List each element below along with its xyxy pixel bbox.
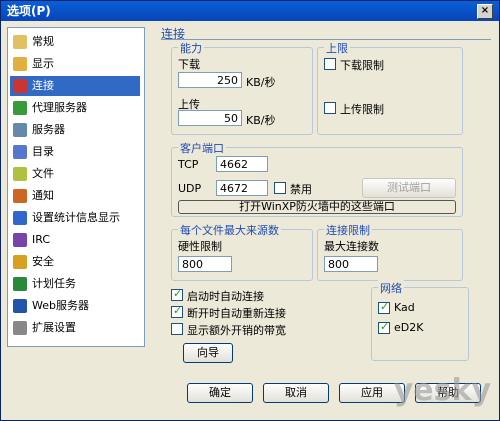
nav-item[interactable]: 连接 xyxy=(10,76,140,96)
limit-group: 上限 下载限制 上传限制 xyxy=(317,40,463,135)
folder-icon xyxy=(13,145,27,159)
extended-icon xyxy=(13,321,27,335)
nav-item-label: 扩展设置 xyxy=(32,321,76,334)
proxy-icon xyxy=(13,101,27,115)
close-button[interactable]: × xyxy=(477,4,493,19)
client-port-group: 客户端口 TCP 4662 UDP 4672 禁用 测试端口 打开WinXP防火… xyxy=(171,140,463,217)
upload-capacity-input[interactable]: 50 xyxy=(178,110,242,126)
nav-item-label: Web服务器 xyxy=(32,299,89,312)
nav-item-label: 安全 xyxy=(32,255,54,268)
cancel-button[interactable]: 取消 xyxy=(263,383,329,403)
hard-limit-label: 硬性限制 xyxy=(178,240,222,253)
kad-label: Kad xyxy=(394,301,415,314)
nav-item[interactable]: IRC xyxy=(10,230,140,250)
nav-item[interactable]: 通知 xyxy=(10,186,140,206)
max-sources-title: 每个文件最大来源数 xyxy=(178,222,281,238)
nav-item[interactable]: 目录 xyxy=(10,142,140,162)
auto-reconnect-checkbox[interactable] xyxy=(171,304,183,318)
options-window: 选项(P) × 常规显示连接代理服务器服务器目录文件通知设置统计信息显示 IRC 安… xyxy=(0,0,500,421)
disable-udp-label: 禁用 xyxy=(290,183,312,196)
connection-panel: 连接 能力 下载 250 KB/秒 上传 50 KB/秒 上限 下载限制 上传限… xyxy=(161,25,495,373)
nav-item[interactable]: 服务器 xyxy=(10,120,140,140)
webserver-icon xyxy=(13,299,27,313)
download-label: 下载 xyxy=(178,58,200,71)
wizard-button[interactable]: 向导 xyxy=(183,343,233,363)
nav-item[interactable]: Web服务器 xyxy=(10,296,140,316)
network-group: 网络 Kad eD2K xyxy=(371,280,469,361)
tcp-label: TCP xyxy=(178,158,199,171)
watermark: yesky xyxy=(393,373,491,408)
irc-icon xyxy=(13,233,27,247)
nav-item-label: 文件 xyxy=(32,167,54,180)
nav-item-label: 常规 xyxy=(32,35,54,48)
kad-checkbox[interactable] xyxy=(378,300,390,314)
max-sources-input[interactable]: 800 xyxy=(178,256,232,272)
nav-item-label: 目录 xyxy=(32,145,54,158)
server-icon xyxy=(13,123,27,137)
auto-connect-label: 启动时自动连接 xyxy=(187,290,264,303)
nav-item-label: 连接 xyxy=(32,79,54,92)
upload-unit: KB/秒 xyxy=(246,114,276,127)
udp-label: UDP xyxy=(178,182,202,195)
udp-port-input[interactable]: 4672 xyxy=(216,180,268,196)
nav-item-label: 计划任务 xyxy=(32,277,76,290)
display-icon xyxy=(13,57,27,71)
network-title: 网络 xyxy=(378,280,404,296)
download-unit: KB/秒 xyxy=(246,76,276,89)
stats-icon xyxy=(13,211,27,225)
nav-item-label: 代理服务器 xyxy=(32,101,87,114)
connection-icon xyxy=(13,79,27,93)
connection-limit-group: 连接限制 最大连接数 800 xyxy=(317,222,463,281)
nav-item-label: 显示 xyxy=(32,57,54,70)
nav-item-label: IRC xyxy=(32,233,51,246)
show-overhead-checkbox[interactable] xyxy=(171,323,183,335)
file-icon xyxy=(13,167,27,181)
download-limit-checkbox[interactable] xyxy=(324,58,336,70)
client-port-title: 客户端口 xyxy=(178,140,226,156)
auto-connect-checkbox[interactable] xyxy=(171,287,183,301)
general-icon xyxy=(13,35,27,49)
nav-item[interactable]: 扩展设置 xyxy=(10,318,140,338)
max-connections-input[interactable]: 800 xyxy=(324,256,378,272)
upload-limit-checkbox[interactable] xyxy=(324,102,336,114)
nav-item[interactable]: 设置统计信息显示 xyxy=(10,208,140,228)
nav-item[interactable]: 显示 xyxy=(10,54,140,74)
upload-limit-label: 上传限制 xyxy=(340,103,384,116)
notify-icon xyxy=(13,189,27,203)
nav-item[interactable]: 计划任务 xyxy=(10,274,140,294)
max-connections-label: 最大连接数 xyxy=(324,240,379,253)
capacity-group: 能力 下载 250 KB/秒 上传 50 KB/秒 xyxy=(171,40,313,135)
scheduler-icon xyxy=(13,277,27,291)
download-capacity-input[interactable]: 250 xyxy=(178,72,242,88)
nav-item[interactable]: 代理服务器 xyxy=(10,98,140,118)
ok-button[interactable]: 确定 xyxy=(187,383,253,403)
disable-udp-checkbox[interactable] xyxy=(274,182,286,194)
ed2k-checkbox[interactable] xyxy=(378,320,390,334)
nav-item[interactable]: 常规 xyxy=(10,32,140,52)
auto-reconnect-label: 断开时自动重新连接 xyxy=(187,307,286,320)
window-title: 选项(P) xyxy=(7,4,51,18)
download-limit-label: 下载限制 xyxy=(340,59,384,72)
nav-item-label: 通知 xyxy=(32,189,54,202)
nav-item-label: 设置统计信息显示 xyxy=(32,211,120,224)
ed2k-label: eD2K xyxy=(394,321,424,334)
test-port-button[interactable]: 测试端口 xyxy=(362,178,456,198)
nav-item-label: 服务器 xyxy=(32,123,65,136)
max-sources-group: 每个文件最大来源数 硬性限制 800 xyxy=(171,222,313,281)
nav-item[interactable]: 安全 xyxy=(10,252,140,272)
nav-item[interactable]: 文件 xyxy=(10,164,140,184)
capacity-title: 能力 xyxy=(178,40,204,56)
tcp-port-input[interactable]: 4662 xyxy=(216,156,268,172)
title-bar: 选项(P) × xyxy=(1,1,499,21)
category-list[interactable]: 常规显示连接代理服务器服务器目录文件通知设置统计信息显示 IRC 安全计划任务 Web… xyxy=(7,27,145,347)
limit-title: 上限 xyxy=(324,40,350,56)
open-firewall-ports-button[interactable]: 打开WinXP防火墙中的这些端口 xyxy=(178,200,456,214)
show-overhead-label: 显示额外开销的带宽 xyxy=(187,324,286,337)
connection-limit-title: 连接限制 xyxy=(324,222,372,238)
security-icon xyxy=(13,255,27,269)
